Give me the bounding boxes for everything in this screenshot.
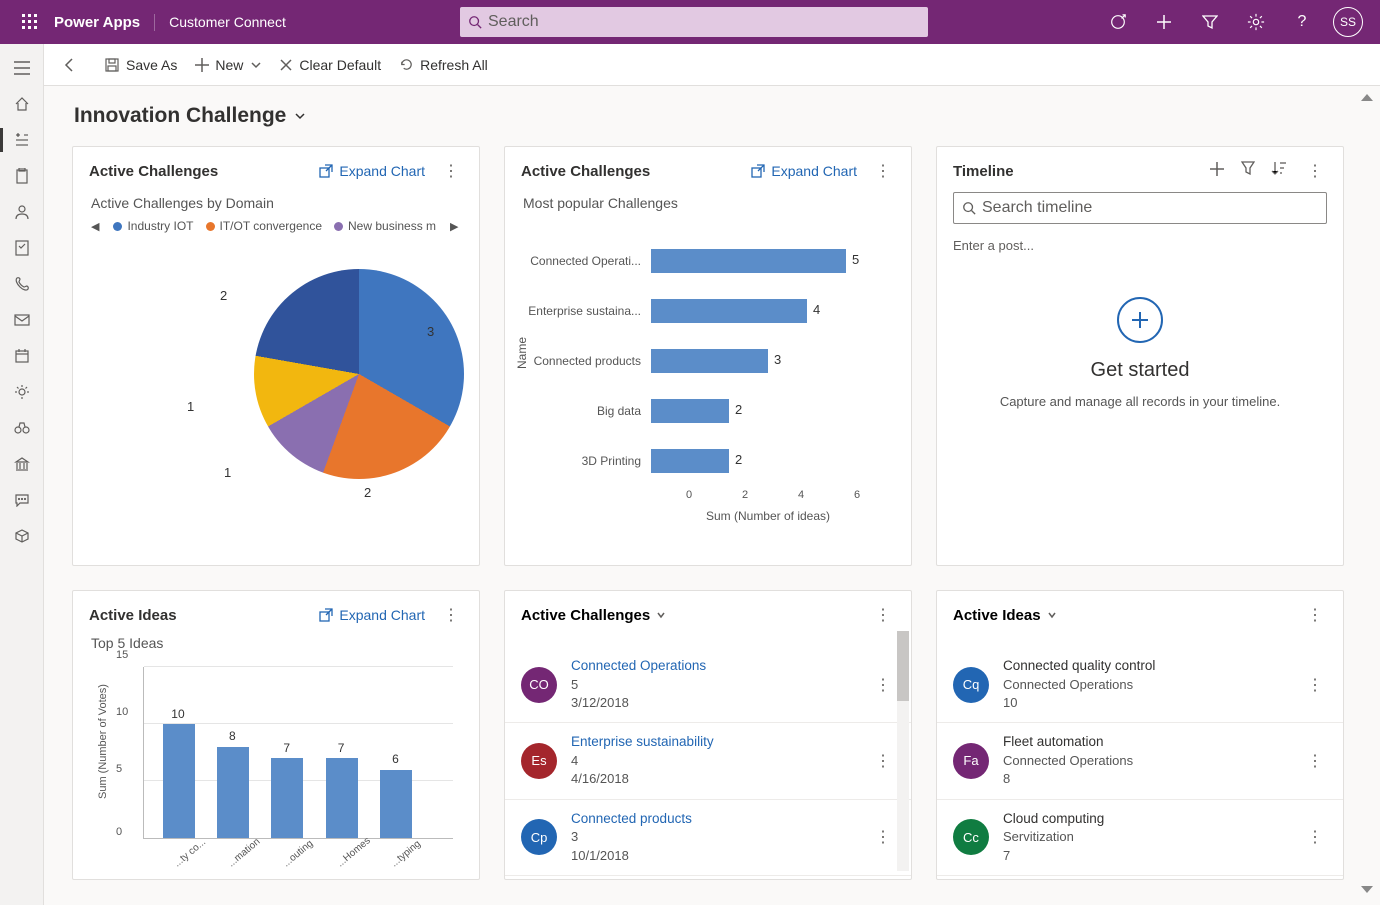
row-more-icon[interactable]: ⋮ xyxy=(1303,675,1327,695)
list-title[interactable]: Active Ideas xyxy=(953,607,1057,624)
refresh-all-button[interactable]: Refresh All xyxy=(399,57,488,73)
card-title: Active Ideas xyxy=(89,607,177,624)
save-as-button[interactable]: Save As xyxy=(104,57,177,73)
more-icon[interactable]: ⋮ xyxy=(439,161,463,181)
vbar xyxy=(326,758,358,838)
expand-chart-link[interactable]: Expand Chart xyxy=(751,163,857,179)
add-icon[interactable] xyxy=(1142,0,1186,44)
clear-default-button[interactable]: Clear Default xyxy=(279,57,381,73)
vbar-chart: Sum (Number of Votes) 0 5 10 15 10...ty … xyxy=(89,659,463,879)
timeline-post-input[interactable]: Enter a post... xyxy=(953,234,1327,257)
more-icon[interactable]: ⋮ xyxy=(439,605,463,625)
timeline-card: Timeline ⋮ Search timeline Enter a post.… xyxy=(936,146,1344,566)
scrollbar-thumb[interactable] xyxy=(897,631,909,701)
hbar-row: 3D Printing2 xyxy=(521,439,885,483)
card-title: Active Challenges xyxy=(521,163,650,180)
hbar-chart: Name Connected Operati...5Enterprise sus… xyxy=(521,219,895,539)
list-item[interactable]: Es Enterprise sustainability44/16/2018 ⋮ xyxy=(505,722,911,798)
more-icon[interactable]: ⋮ xyxy=(1303,161,1327,182)
chart-subtitle: Top 5 Ideas xyxy=(91,635,463,651)
calendar-icon[interactable] xyxy=(0,338,44,374)
vbar xyxy=(163,724,195,838)
timeline-empty-state: Get started Capture and manage all recor… xyxy=(953,297,1327,409)
person-icon[interactable] xyxy=(0,194,44,230)
vbar xyxy=(271,758,303,838)
global-search-input[interactable]: Search xyxy=(460,7,928,37)
help-icon[interactable]: ? xyxy=(1280,0,1324,44)
dashboard-icon[interactable] xyxy=(0,122,44,158)
list-title[interactable]: Active Challenges xyxy=(521,607,666,624)
timeline-filter-icon[interactable] xyxy=(1241,161,1255,182)
clipboard-icon[interactable] xyxy=(0,158,44,194)
settings-icon[interactable] xyxy=(1234,0,1278,44)
timeline-search-input[interactable]: Search timeline xyxy=(953,192,1327,224)
timeline-add-icon[interactable] xyxy=(1209,161,1225,182)
mail-icon[interactable] xyxy=(0,302,44,338)
brand-label: Power Apps xyxy=(50,14,155,31)
row-more-icon[interactable]: ⋮ xyxy=(1303,827,1327,847)
row-more-icon[interactable]: ⋮ xyxy=(871,751,895,771)
back-button[interactable] xyxy=(54,57,86,73)
legend-prev-icon[interactable]: ◀ xyxy=(89,220,101,233)
left-nav-rail xyxy=(0,44,44,905)
list-item[interactable]: Cp Connected products310/1/2018 ⋮ xyxy=(505,799,911,875)
chart-subtitle: Active Challenges by Domain xyxy=(91,195,463,211)
binoculars-icon[interactable] xyxy=(0,410,44,446)
idea-icon[interactable] xyxy=(0,374,44,410)
target-icon[interactable] xyxy=(1096,0,1140,44)
app-launcher-icon[interactable] xyxy=(10,14,50,30)
chevron-down-icon xyxy=(294,110,306,122)
vbar-chart-card: Active Ideas Expand Chart ⋮ Top 5 Ideas … xyxy=(72,590,480,880)
list-item[interactable]: Fa Fleet automationConnected Operations8… xyxy=(937,722,1343,798)
row-more-icon[interactable]: ⋮ xyxy=(1303,751,1327,771)
chart-subtitle: Most popular Challenges xyxy=(523,195,895,211)
vbar xyxy=(380,770,412,838)
card-title: Active Challenges xyxy=(89,163,218,180)
task-icon[interactable] xyxy=(0,230,44,266)
hbar-chart-card: Active Challenges Expand Chart ⋮ Most po… xyxy=(504,146,912,566)
more-icon[interactable]: ⋮ xyxy=(1303,605,1327,625)
more-icon[interactable]: ⋮ xyxy=(871,605,895,625)
expand-chart-link[interactable]: Expand Chart xyxy=(319,607,425,623)
hbar-row: Big data2 xyxy=(521,389,885,433)
page-title[interactable]: Innovation Challenge xyxy=(74,104,1352,128)
user-avatar[interactable]: SS xyxy=(1326,0,1370,44)
app-name-label[interactable]: Customer Connect xyxy=(155,14,286,30)
hbar-row: Enterprise sustaina...4 xyxy=(521,289,885,333)
active-challenges-list-card: Active Challenges ⋮ CO Connected Operati… xyxy=(504,590,912,880)
main-content: Innovation Challenge Active Challenges E… xyxy=(44,86,1380,905)
page-scrollbar[interactable] xyxy=(1360,92,1374,897)
pie-chart-card: Active Challenges Expand Chart ⋮ Active … xyxy=(72,146,480,566)
row-more-icon[interactable]: ⋮ xyxy=(871,675,895,695)
phone-icon[interactable] xyxy=(0,266,44,302)
search-placeholder: Search xyxy=(488,13,539,31)
hbar-row: Connected products3 xyxy=(521,339,885,383)
package-icon[interactable] xyxy=(0,518,44,554)
timeline-sort-icon[interactable] xyxy=(1271,161,1287,182)
home-icon[interactable] xyxy=(0,86,44,122)
row-more-icon[interactable]: ⋮ xyxy=(871,827,895,847)
bank-icon[interactable] xyxy=(0,446,44,482)
more-icon[interactable]: ⋮ xyxy=(871,161,895,181)
expand-chart-link[interactable]: Expand Chart xyxy=(319,163,425,179)
top-header: Power Apps Customer Connect Search ? SS xyxy=(0,0,1380,44)
hamburger-icon[interactable] xyxy=(0,50,44,86)
timeline-getstarted-icon[interactable] xyxy=(1117,297,1163,343)
list-item[interactable]: CO Connected Operations53/12/2018 ⋮ xyxy=(505,647,911,722)
legend-next-icon[interactable]: ▶ xyxy=(448,220,460,233)
new-button[interactable]: New xyxy=(195,57,261,73)
command-bar: Save As New Clear Default Refresh All xyxy=(44,44,1380,86)
hbar-row: Connected Operati...5 xyxy=(521,239,885,283)
list-item[interactable]: Cc Cloud computingServitization7 ⋮ xyxy=(937,799,1343,875)
filter-icon[interactable] xyxy=(1188,0,1232,44)
chat-icon[interactable] xyxy=(0,482,44,518)
list-item[interactable]: 3 3D Printing2 ⋮ xyxy=(505,875,911,881)
vbar xyxy=(217,747,249,838)
active-ideas-list-card: Active Ideas ⋮ Cq Connected quality cont… xyxy=(936,590,1344,880)
pie-legend: ◀ Industry IOT IT/OT convergence New bus… xyxy=(89,219,463,233)
pie-chart: 3 2 1 1 2 xyxy=(89,239,463,529)
list-item[interactable]: Cq Connected quality controlConnected Op… xyxy=(937,647,1343,722)
card-title: Timeline xyxy=(953,163,1014,180)
list-item[interactable]: TH Tiny Homes3D Printing ⋮ xyxy=(937,875,1343,881)
